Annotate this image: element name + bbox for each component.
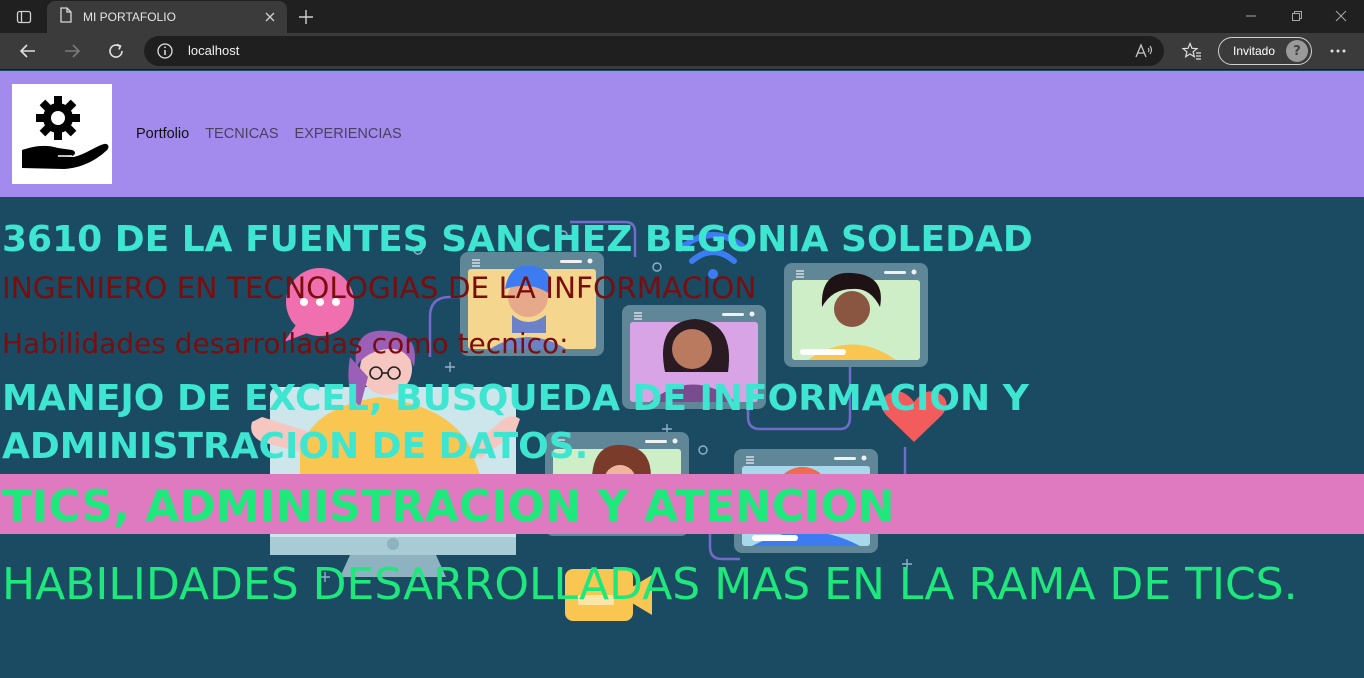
site-navbar: Portfolio TECNICAS EXPERIENCIAS bbox=[0, 71, 1364, 197]
page-icon bbox=[59, 7, 73, 27]
window-close-icon[interactable] bbox=[1318, 3, 1364, 29]
address-text[interactable]: localhost bbox=[188, 43, 239, 58]
favorites-icon[interactable] bbox=[1180, 39, 1204, 63]
bottom-text: HABILIDADES DESARROLLADAS MAS EN LA RAMA… bbox=[2, 559, 1298, 610]
plus-icon[interactable] bbox=[294, 5, 318, 29]
hero-role: INGENIERO EN TECNOLOGIAS DE LA INFORMACI… bbox=[2, 271, 757, 305]
minimize-icon[interactable] bbox=[1228, 3, 1274, 29]
restore-icon[interactable] bbox=[1274, 3, 1320, 29]
avatar: ? bbox=[1286, 40, 1308, 62]
tab-title: MI PORTAFOLIO bbox=[83, 10, 176, 24]
refresh-icon[interactable] bbox=[101, 37, 131, 65]
nav-links: Portfolio TECNICAS EXPERIENCIAS bbox=[136, 126, 402, 142]
info-icon[interactable] bbox=[156, 42, 174, 60]
close-icon[interactable] bbox=[261, 8, 279, 26]
browser-tab-bar: MI PORTAFOLIO bbox=[0, 0, 1364, 33]
nav-item-tecnicas[interactable]: TECNICAS bbox=[205, 126, 278, 142]
browser-toolbar: localhost Invitado ? bbox=[0, 33, 1364, 70]
more-icon[interactable] bbox=[1326, 39, 1350, 63]
read-aloud-icon[interactable] bbox=[1134, 42, 1154, 60]
sidebar-toggle-icon[interactable] bbox=[8, 6, 40, 28]
gear-hand-logo[interactable] bbox=[12, 84, 112, 184]
browser-tab[interactable]: MI PORTAFOLIO bbox=[47, 1, 287, 33]
hero-section: 3610 DE LA FUENTES SANCHEZ BEGONIA SOLED… bbox=[0, 197, 1364, 678]
nav-item-portfolio[interactable]: Portfolio bbox=[136, 126, 189, 142]
hero-name: 3610 DE LA FUENTES SANCHEZ BEGONIA SOLED… bbox=[2, 219, 1033, 260]
forward-icon[interactable] bbox=[57, 37, 87, 65]
band-text: TICS, ADMINISTRACION Y ATENCION bbox=[2, 481, 895, 532]
skills-heading: Habilidades desarrolladas como tecnico: bbox=[2, 327, 569, 360]
address-bar[interactable]: localhost bbox=[144, 36, 1164, 66]
nav-item-experiencias[interactable]: EXPERIENCIAS bbox=[295, 126, 402, 142]
profile-label: Invitado bbox=[1233, 44, 1276, 58]
back-icon[interactable] bbox=[13, 37, 43, 65]
skills-text: MANEJO DE EXCEL, BUSQUEDA DE INFORMACION… bbox=[2, 378, 1029, 467]
profile-button[interactable]: Invitado ? bbox=[1218, 37, 1312, 65]
